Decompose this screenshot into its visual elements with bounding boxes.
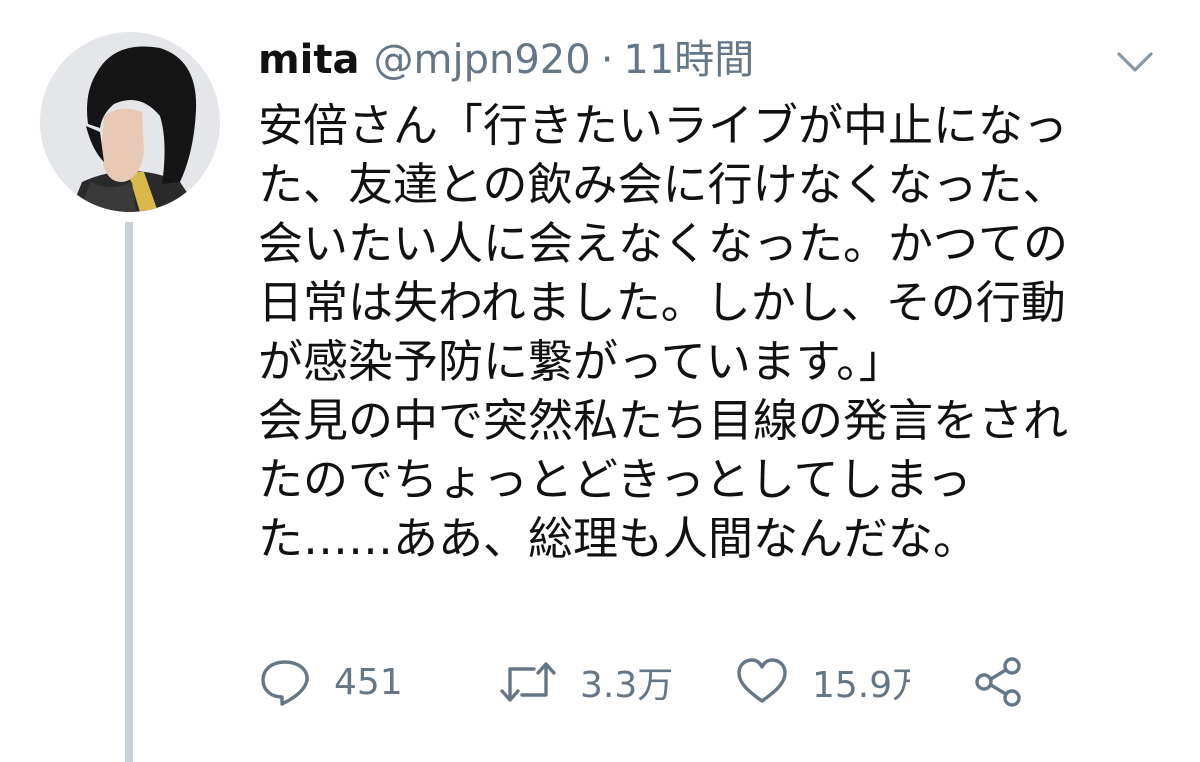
tweet-actions: 451 3.3万 15.9万: [258, 652, 1058, 712]
tweet-text-line: 安倍さん「行きたいライブが中止になっ: [258, 99, 1069, 152]
tweet-text-line: 会いたい人に会えなくなった。かつての: [258, 217, 1069, 270]
tweet-text-line: が感染予防に繋がっています。」: [258, 335, 904, 388]
thread-line: [125, 222, 133, 762]
share-icon: [975, 657, 1021, 707]
reply-count: 451: [334, 661, 403, 703]
chevron-down-icon: [1117, 52, 1153, 72]
author-handle[interactable]: @mjpn920: [374, 34, 591, 86]
speech-bubble-icon: [261, 660, 309, 706]
tweet-text-line: た、友達との飲み会に行けなくなった、: [258, 158, 1068, 211]
tweet-header: mita @mjpn920 · 11時間: [258, 34, 754, 86]
tweet-text-line: 日常は失われました。しかし、その行動: [258, 276, 1066, 329]
tweet-menu-button[interactable]: [1112, 44, 1158, 78]
tweet-timestamp[interactable]: 11時間: [623, 34, 754, 86]
retweet-count: 3.3万: [580, 665, 674, 706]
avatar[interactable]: [40, 32, 220, 212]
tweet-text-line: たのでちょっとどきっとしてしまっ: [258, 453, 972, 506]
header-separator: ·: [600, 37, 614, 83]
author-name[interactable]: mita: [258, 34, 360, 86]
avatar-photo: [40, 32, 220, 212]
reply-button[interactable]: 451: [258, 652, 403, 712]
share-button[interactable]: [970, 652, 1026, 712]
retweet-button[interactable]: 3.3万: [498, 652, 673, 712]
retweet-arrows-icon: [500, 662, 556, 702]
heart-icon: [737, 658, 787, 703]
tweet-text-line: 会見の中で突然私たち目線の発言をされ: [258, 394, 1069, 447]
tweet-text-line: た……ああ、総理も人間なんだな。: [258, 512, 979, 565]
like-count: 15.9万: [812, 665, 910, 706]
tweet-text: 安倍さん「行きたいライブが中止になっ た、友達との飲み会に行けなくなった、 会い…: [258, 96, 1178, 568]
like-button[interactable]: 15.9万: [734, 652, 910, 712]
